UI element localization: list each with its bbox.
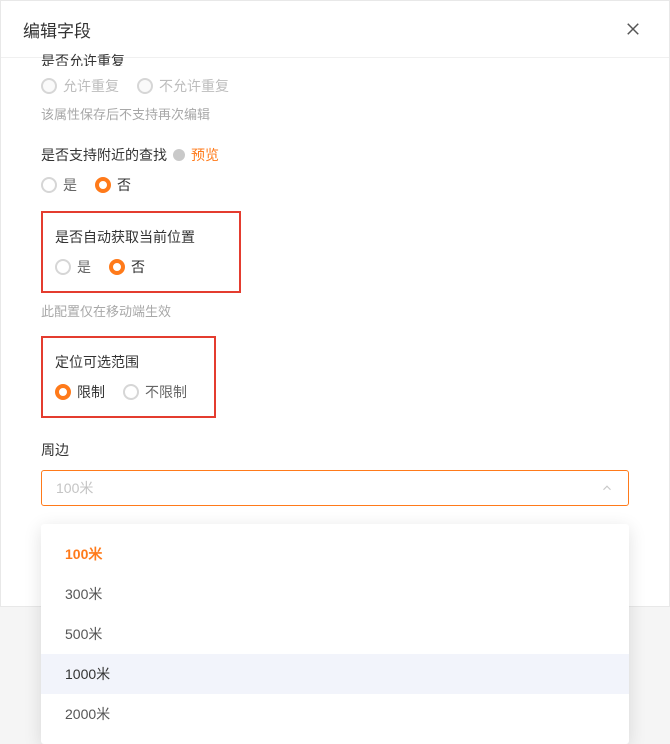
perimeter-dropdown: 100米 300米 500米 1000米 2000米 (41, 524, 629, 744)
allow-repeat-group: 允许重复 不允许重复 (41, 76, 629, 96)
perimeter-value: 100米 (56, 478, 93, 498)
radio-icon (41, 177, 57, 193)
range-group: 限制 不限制 (55, 382, 198, 402)
auto-location-hint: 此配置仅在移动端生效 (41, 301, 629, 320)
radio-icon (55, 384, 71, 400)
auto-loc-no[interactable]: 否 (109, 257, 145, 277)
radio-icon (109, 259, 125, 275)
radio-label: 限制 (77, 382, 105, 402)
perimeter-option[interactable]: 500米 (41, 614, 629, 654)
dialog-body: 是否允许重复 允许重复 不允许重复 该属性保存后不支持再次编辑 是否支持附近的查… (1, 52, 669, 526)
nearby-yes[interactable]: 是 (41, 175, 77, 195)
radio-icon (41, 78, 57, 94)
nearby-search-label: 是否支持附近的查找 预览 (41, 145, 629, 165)
radio-icon (137, 78, 153, 94)
radio-label: 不允许重复 (159, 76, 229, 96)
radio-label: 否 (131, 257, 145, 277)
info-dot-icon (173, 149, 185, 161)
radio-label: 是 (77, 257, 91, 277)
perimeter-select-wrap: 100米 100米 300米 500米 1000米 2000米 (41, 470, 629, 506)
perimeter-option[interactable]: 1000米 (41, 654, 629, 694)
dialog-header: 编辑字段 (1, 1, 669, 58)
radio-label: 否 (117, 175, 131, 195)
range-highlight: 定位可选范围 限制 不限制 (41, 336, 216, 418)
auto-location-group: 是 否 (55, 257, 223, 277)
radio-icon (123, 384, 139, 400)
perimeter-option[interactable]: 300米 (41, 574, 629, 614)
close-icon (624, 20, 642, 38)
perimeter-select[interactable]: 100米 (41, 470, 629, 506)
range-label: 定位可选范围 (55, 352, 198, 372)
chevron-up-icon (600, 481, 614, 495)
radio-label: 不限制 (145, 382, 187, 402)
perimeter-option[interactable]: 100米 (41, 534, 629, 574)
preview-link[interactable]: 预览 (191, 145, 219, 165)
edit-field-dialog: 编辑字段 是否允许重复 允许重复 不允许重复 该属性保存后不支持再次编辑 是否支… (0, 0, 670, 607)
perimeter-label: 周边 (41, 440, 629, 460)
auto-location-highlight: 是否自动获取当前位置 是 否 (41, 211, 241, 293)
radio-label: 允许重复 (63, 76, 119, 96)
range-limit[interactable]: 限制 (55, 382, 105, 402)
allow-repeat-yes[interactable]: 允许重复 (41, 76, 119, 96)
allow-repeat-hint: 该属性保存后不支持再次编辑 (41, 104, 629, 123)
radio-label: 是 (63, 175, 77, 195)
auto-location-label: 是否自动获取当前位置 (55, 227, 223, 247)
allow-repeat-label: 是否允许重复 (41, 52, 629, 66)
nearby-no[interactable]: 否 (95, 175, 131, 195)
radio-icon (55, 259, 71, 275)
allow-repeat-no[interactable]: 不允许重复 (137, 76, 229, 96)
range-nolimit[interactable]: 不限制 (123, 382, 187, 402)
dialog-title: 编辑字段 (23, 17, 91, 42)
nearby-search-group: 是 否 (41, 175, 629, 195)
radio-icon (95, 177, 111, 193)
perimeter-option[interactable]: 2000米 (41, 694, 629, 734)
close-button[interactable] (619, 15, 647, 43)
auto-loc-yes[interactable]: 是 (55, 257, 91, 277)
